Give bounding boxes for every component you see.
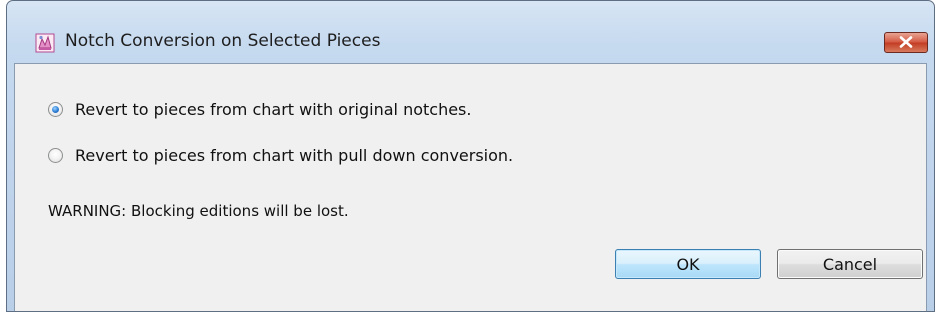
warning-text: WARNING: Blocking editions will be lost.	[48, 202, 349, 220]
option-pull-down-conversion-label: Revert to pieces from chart with pull do…	[75, 146, 514, 165]
option-original-notches[interactable]: Revert to pieces from chart with origina…	[48, 100, 471, 119]
option-original-notches-label: Revert to pieces from chart with origina…	[75, 100, 472, 119]
title-bar[interactable]: Notch Conversion on Selected Pieces	[7, 1, 934, 61]
app-icon	[35, 33, 55, 53]
cancel-button[interactable]: Cancel	[777, 249, 923, 279]
window-title: Notch Conversion on Selected Pieces	[65, 31, 381, 51]
dialog-content: Revert to pieces from chart with origina…	[14, 63, 927, 311]
option-pull-down-conversion[interactable]: Revert to pieces from chart with pull do…	[48, 146, 513, 165]
close-icon	[898, 33, 914, 52]
close-button[interactable]	[884, 32, 928, 53]
ok-button[interactable]: OK	[615, 249, 761, 279]
radio-pull-down-conversion[interactable]	[48, 148, 63, 163]
radio-original-notches[interactable]	[48, 102, 63, 117]
dialog-window: Notch Conversion on Selected Pieces Reve…	[6, 0, 935, 312]
